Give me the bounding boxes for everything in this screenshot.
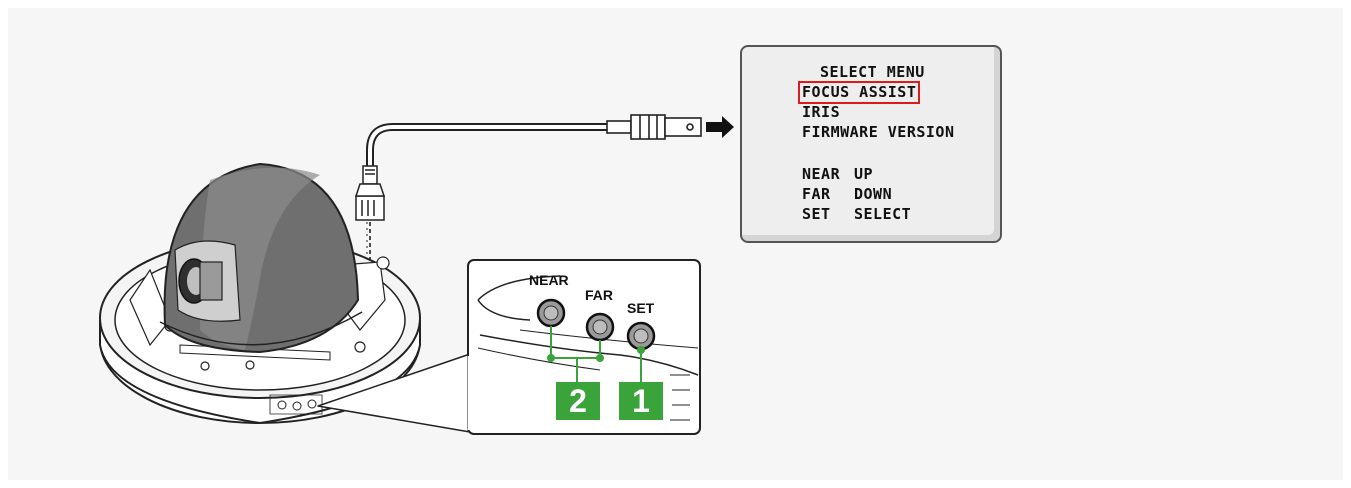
set-button-label: SET — [627, 300, 655, 316]
step-2-badge: 2 — [556, 382, 600, 420]
monitor-menu-screen: SELECT MENU FOCUS ASSIST IRIS FIRMWARE V… — [740, 45, 1002, 243]
bnc-connector — [606, 114, 702, 140]
near-button — [536, 298, 566, 328]
set-button — [626, 321, 656, 351]
control-key-near: NEAR — [802, 165, 841, 183]
control-action-select: SELECT — [854, 205, 912, 223]
control-action-up: UP — [854, 165, 874, 183]
signal-arrow — [706, 116, 734, 138]
step-1-badge: 1 — [619, 382, 663, 420]
far-button — [585, 312, 615, 342]
menu-item-focus-assist: FOCUS ASSIST — [797, 81, 921, 104]
menu-title: SELECT MENU — [820, 63, 925, 81]
control-key-set: SET — [802, 205, 831, 223]
menu-item-firmware-version: FIRMWARE VERSION — [802, 123, 955, 141]
cable-plug — [354, 165, 386, 221]
menu-item-iris: IRIS — [802, 103, 841, 121]
near-button-label: NEAR — [529, 272, 569, 288]
camera-illustration — [99, 114, 734, 435]
far-button-label: FAR — [585, 287, 613, 303]
control-key-far: FAR — [802, 185, 831, 203]
video-cable — [366, 123, 611, 172]
control-action-down: DOWN — [854, 185, 893, 203]
diagram-canvas: NEAR FAR SET 2 1 SELECT MENU FOCUS ASSIS… — [0, 0, 1351, 488]
